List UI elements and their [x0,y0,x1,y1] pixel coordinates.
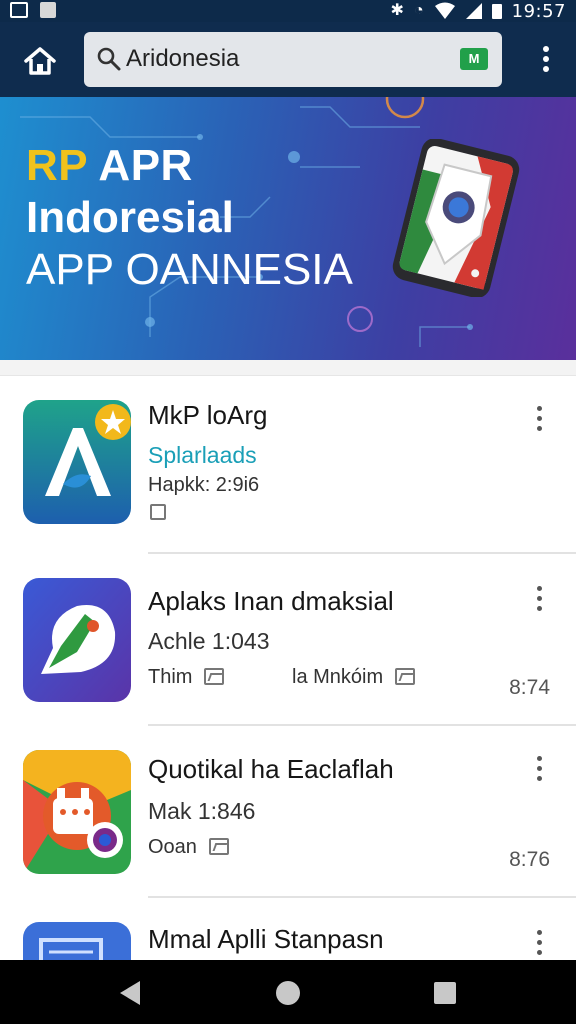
banner-headline-3: APP OANNESIA [26,245,353,294]
app-title: MkP loArg [148,400,268,430]
search-icon [97,47,121,71]
image-icon [204,668,225,685]
image-icon [208,838,229,855]
app-version: Achle 1:043 [148,628,270,654]
home-button[interactable] [22,44,58,78]
app-icon-2 [23,578,131,702]
home-nav-icon[interactable] [276,981,300,1005]
file-icon [40,2,56,18]
app-title: Mmal Aplli Stanpasn [148,924,384,954]
alarm-icon: ◔ [413,2,424,19]
list-item[interactable]: Mmal Aplli Stanpasn [0,896,576,960]
phone-illustration-icon [392,139,520,297]
image-icon [395,668,416,685]
item-overflow-menu-icon[interactable] [536,586,542,616]
app-time: 8:74 [509,676,550,699]
system-nav-bar [0,960,576,1024]
back-icon[interactable] [118,980,142,1006]
app-meta: Ooan [148,836,229,859]
search-input[interactable]: Aridonesia M [84,32,502,87]
banner-headline-2: Indoresial [26,193,234,242]
app-icon-1 [23,400,131,524]
app-list [0,360,576,376]
item-overflow-menu-icon[interactable] [536,756,542,786]
image-icon [150,504,166,520]
overflow-menu-icon[interactable] [542,46,550,74]
status-time: 19:57 [511,0,566,22]
home-icon [24,47,56,75]
app-title: Quotikal ha Eaclaflah [148,754,394,784]
list-item[interactable]: Aplaks Inan dmaksial Achle 1:043 Thim la… [0,552,576,726]
search-query: Aridonesia [126,45,240,72]
list-top-gap [0,360,576,376]
app-meta: Hapkk: 2:9i6 [148,474,260,496]
app-time: 8:76 [509,848,550,871]
app-version: Mak 1:846 [148,798,256,824]
app-icon-3 [23,750,131,874]
app-bar: Aridonesia M [0,22,576,97]
item-overflow-menu-icon[interactable] [536,930,542,960]
app-meta: Thim [148,666,225,689]
recent-apps-icon[interactable] [434,982,456,1004]
bluetooth-icon: ✱ [390,2,404,19]
app-title: Aplaks Inan dmaksial [148,586,394,616]
list-item[interactable]: MkP loArg Splarlaads Hapkk: 2:9i6 [0,376,576,554]
list-item[interactable]: Quotikal ha Eaclaflah Mak 1:846 Ooan 8:7… [0,724,576,898]
image-icon [10,2,28,18]
status-bar: ✱ ◔ 19:57 [0,0,576,22]
wifi-icon [434,2,455,19]
app-meta-secondary: la Mnkóim [292,666,416,689]
banner-headline-1: RP APR [26,141,193,190]
app-publisher: Splarlaads [148,442,257,468]
search-badge[interactable]: M [460,48,488,70]
signal-icon [465,3,482,19]
item-overflow-menu-icon[interactable] [536,406,542,436]
promo-banner[interactable]: RP APR Indoresial APP OANNESIA [0,97,576,360]
app-icon-4 [23,922,131,960]
battery-icon [491,3,502,19]
